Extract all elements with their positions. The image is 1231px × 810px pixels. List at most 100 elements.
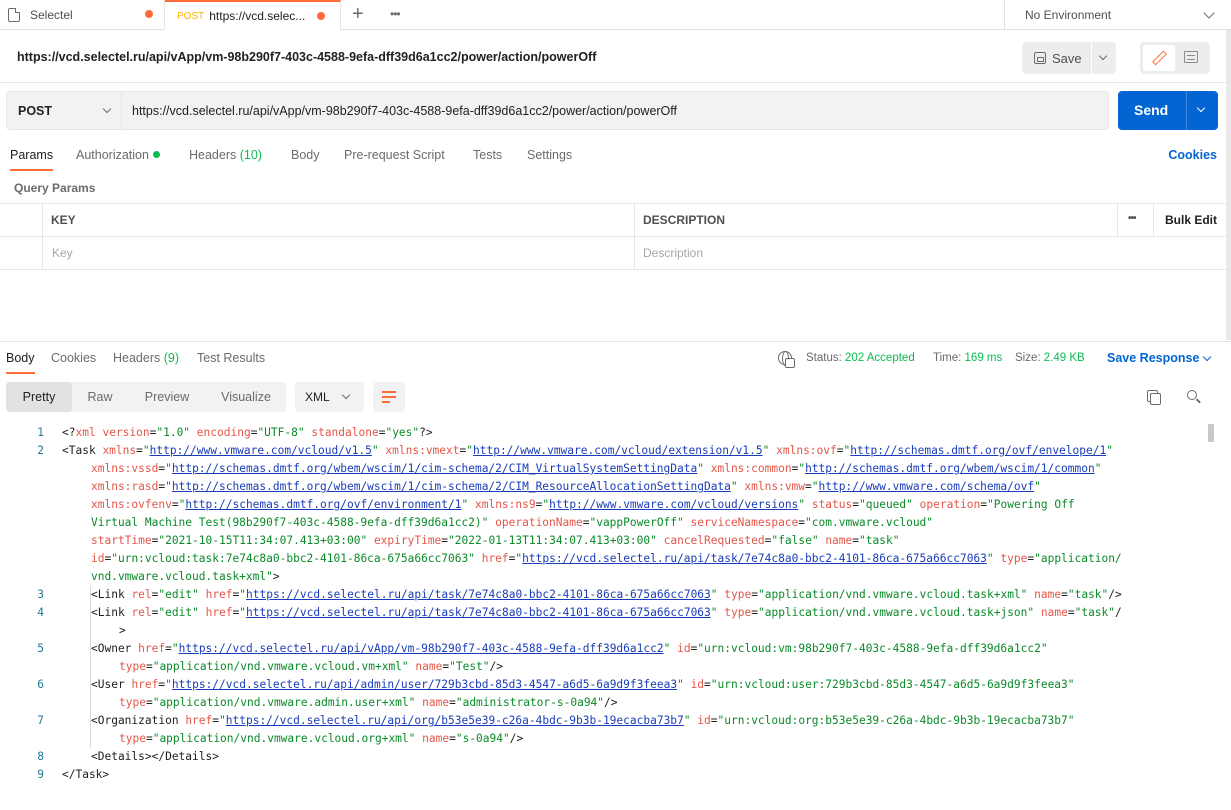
search-icon[interactable] xyxy=(1187,390,1197,400)
key-input[interactable]: Key xyxy=(52,246,73,260)
code-line: type="application/vnd.vmware.vcloud.vm+x… xyxy=(119,660,504,673)
document-icon xyxy=(8,8,20,22)
network-globe-icon[interactable] xyxy=(778,351,795,368)
wrap-lines-icon xyxy=(382,401,390,403)
format-label: XML xyxy=(305,390,330,404)
tab-tests[interactable]: Tests xyxy=(473,148,502,162)
environment-select[interactable]: No Environment xyxy=(1004,0,1231,30)
save-button[interactable]: Save xyxy=(1022,42,1116,74)
tab-params[interactable]: Params xyxy=(10,148,54,171)
time-readout[interactable]: Time: 169 ms xyxy=(933,352,1002,364)
code-line: id="urn:vcloud:task:7e74c8a0-bbc2-4101-8… xyxy=(91,552,1122,565)
tab-response-headers[interactable]: Headers (9) xyxy=(113,351,179,365)
format-select[interactable]: XML xyxy=(295,382,364,412)
line-number: 8 xyxy=(37,750,44,763)
column-key: KEY xyxy=(51,213,76,227)
bulk-edit-button[interactable]: Bulk Edit xyxy=(1165,213,1217,227)
method-select[interactable]: POST xyxy=(6,91,122,130)
tab-authorization[interactable]: Authorization xyxy=(76,148,160,162)
mode-toggle xyxy=(1140,42,1210,74)
chevron-down-icon[interactable] xyxy=(1196,103,1206,113)
code-line: vnd.vmware.vcloud.task+xml"> xyxy=(91,570,280,583)
tab-body[interactable]: Body xyxy=(291,148,320,162)
tab-method: POST xyxy=(177,10,205,22)
code-line: type="application/vnd.vmware.vcloud.org+… xyxy=(119,732,524,745)
new-tab-plus-icon[interactable]: + xyxy=(352,3,364,26)
save-label: Save xyxy=(1052,50,1082,66)
query-params-table: KEY DESCRIPTION ••• Bulk Edit Key Descri… xyxy=(0,203,1231,270)
request-title-row: https://vcd.selectel.ru/api/vApp/vm-98b2… xyxy=(0,31,1231,83)
tab-response-cookies[interactable]: Cookies xyxy=(51,351,96,365)
view-visualize-button[interactable]: Visualize xyxy=(206,382,286,412)
send-button[interactable]: Send xyxy=(1118,91,1218,130)
status-readout[interactable]: Status: 202 Accepted xyxy=(806,352,915,364)
description-input[interactable]: Description xyxy=(643,246,703,260)
code-line: <Task xmlns="http://www.vmware.com/vclou… xyxy=(62,444,1113,457)
unsaved-dot-icon xyxy=(317,12,325,20)
tab-settings[interactable]: Settings xyxy=(527,148,572,162)
table-row: Key Description xyxy=(0,237,1231,270)
save-response-button[interactable]: Save Response xyxy=(1107,351,1199,365)
code-scrollbar[interactable] xyxy=(1208,424,1214,442)
split-divider xyxy=(1186,91,1187,130)
tab-label: Selectel xyxy=(30,8,73,22)
tab-selectel[interactable]: Selectel xyxy=(0,0,165,30)
line-number: 2 xyxy=(37,444,44,457)
size-value: 2.49 KB xyxy=(1043,352,1085,364)
code-line: xmlns:ovfenv="http://schemas.dmtf.org/ov… xyxy=(91,498,1075,511)
code-line: type="application/vnd.vmware.admin.user+… xyxy=(119,696,618,709)
column-divider xyxy=(634,204,635,270)
view-preview-button[interactable]: Preview xyxy=(128,382,206,412)
tab-headers[interactable]: Headers (10) xyxy=(189,148,262,162)
status-label: Status: xyxy=(806,352,842,364)
line-number: 4 xyxy=(37,606,44,619)
code-line: > xyxy=(119,624,126,637)
more-options-icon[interactable]: ••• xyxy=(1128,213,1136,224)
wrap-lines-icon xyxy=(382,391,396,393)
chevron-down-icon[interactable] xyxy=(1098,51,1108,61)
response-headers-count: (9) xyxy=(163,351,180,365)
request-title[interactable]: https://vcd.selectel.ru/api/vApp/vm-98b2… xyxy=(17,50,596,64)
request-tabs: Params Authorization Headers (10) Body P… xyxy=(0,139,1231,171)
documentation-icon[interactable] xyxy=(1184,51,1198,63)
column-divider xyxy=(1153,204,1154,237)
wrap-lines-icon xyxy=(382,396,396,398)
tab-test-results[interactable]: Test Results xyxy=(197,351,265,365)
column-description: DESCRIPTION xyxy=(643,213,726,227)
tab-request[interactable]: POST https://vcd.selec... xyxy=(165,0,341,30)
code-line: <User href="https://vcd.selectel.ru/api/… xyxy=(91,678,1075,691)
code-line: <Link rel="edit" href="https://vcd.selec… xyxy=(91,588,1122,601)
line-number: 6 xyxy=(37,678,44,691)
send-label: Send xyxy=(1134,102,1169,118)
cookies-link[interactable]: Cookies xyxy=(1168,148,1217,162)
line-number: 5 xyxy=(37,642,44,655)
line-number: 1 xyxy=(37,426,44,439)
time-label: Time: xyxy=(933,352,962,364)
column-divider xyxy=(1117,204,1118,237)
size-readout[interactable]: Size: 2.49 KB xyxy=(1015,352,1085,364)
view-pretty-button[interactable]: Pretty xyxy=(6,382,72,412)
headers-count: (10) xyxy=(239,148,262,162)
code-line: xmlns:vssd="http://schemas.dmtf.org/wbem… xyxy=(91,462,1102,475)
wrap-lines-button[interactable] xyxy=(373,382,405,412)
code-line: xmlns:rasd="http://schemas.dmtf.org/wbem… xyxy=(91,480,1041,493)
code-line: <Details></Details> xyxy=(91,750,219,763)
view-raw-button[interactable]: Raw xyxy=(72,382,128,412)
response-tabs: Body Cookies Headers (9) Test Results St… xyxy=(0,342,1231,374)
code-line: startTime="2021-10-15T11:34:07.413+03:00… xyxy=(91,534,900,547)
unsaved-dot-icon xyxy=(145,10,153,18)
response-code-editor[interactable]: 1 2 3 4 5 6 7 8 9 <?xml version="1.0" en… xyxy=(0,424,1231,810)
tab-response-body[interactable]: Body xyxy=(6,351,35,374)
more-tabs-icon[interactable]: ••• xyxy=(390,7,401,21)
tab-prerequest-script[interactable]: Pre-request Script xyxy=(344,148,445,162)
line-number: 9 xyxy=(37,768,44,781)
edit-pencil-icon[interactable] xyxy=(1143,45,1175,71)
url-input[interactable]: https://vcd.selectel.ru/api/vApp/vm-98b2… xyxy=(122,91,1109,130)
chevron-down-icon xyxy=(341,390,351,400)
tab-bar: Selectel POST https://vcd.selec... + •••… xyxy=(0,0,1231,30)
tab-label: https://vcd.selec... xyxy=(209,9,306,23)
copy-icon[interactable] xyxy=(1147,390,1161,405)
size-label: Size: xyxy=(1015,352,1041,364)
code-line: <?xml version="1.0" encoding="UTF-8" sta… xyxy=(62,426,433,439)
chevron-down-icon[interactable] xyxy=(1202,352,1212,362)
